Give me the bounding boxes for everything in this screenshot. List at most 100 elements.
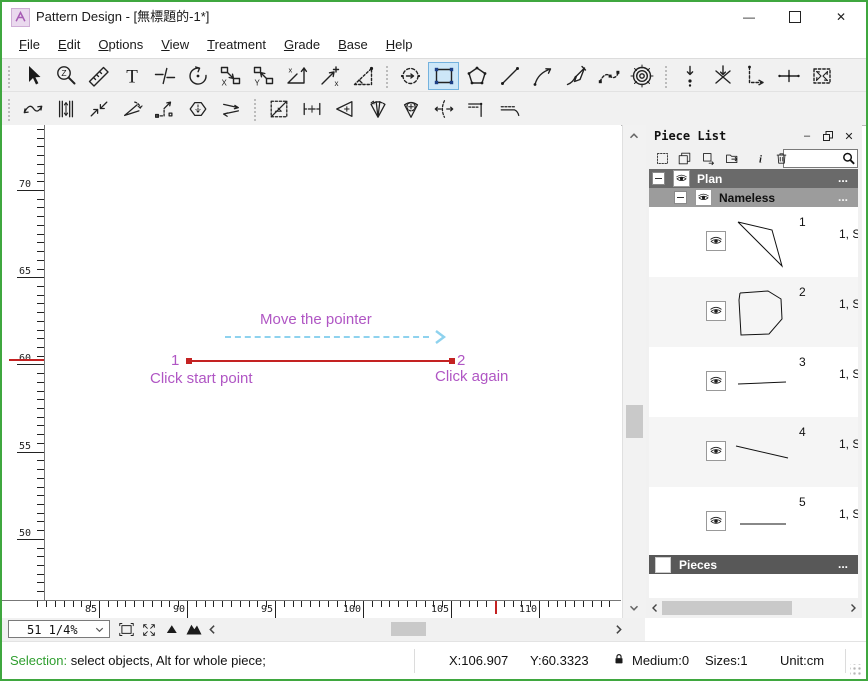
collapse-plan-icon[interactable] [652,172,665,185]
fan-rotate-tool-button[interactable] [395,95,426,123]
spread-both-tool-button[interactable] [428,95,459,123]
menu-treatment[interactable]: Treatment [198,32,275,58]
panel-minimize-button[interactable]: – [798,127,816,145]
parallel-adjust-tool-button[interactable] [50,95,81,123]
tree-row-pieces[interactable]: Pieces ... [649,555,858,574]
canvas-vertical-scrollbar[interactable] [622,125,646,618]
item-visibility-toggle[interactable] [706,301,726,321]
add-point-tool-button[interactable] [674,62,705,90]
corner-trim-tool-button[interactable] [461,95,492,123]
tree-row-plan[interactable]: Plan ... [649,169,858,188]
panel-close-button[interactable]: ✕ [840,127,858,145]
menu-edit[interactable]: Edit [49,32,89,58]
line-tool-button[interactable] [494,62,525,90]
dart-angle-tool-button[interactable] [116,95,147,123]
maximize-button[interactable] [772,2,818,32]
shrink-piece-tool-button[interactable] [182,95,213,123]
menu-base[interactable]: Base [329,32,377,58]
tree-row-nameless[interactable]: Nameless ... [649,188,858,207]
menu-help[interactable]: Help [377,32,422,58]
polygon-tool-button[interactable] [461,62,492,90]
menu-grade[interactable]: Grade [275,32,329,58]
symmetry-move-tool-button[interactable] [83,95,114,123]
adjust-xy-tool-button[interactable]: x [314,62,345,90]
piece-item-row[interactable]: 11, S [649,207,858,277]
measure-tool-button[interactable] [83,62,114,90]
pen-tool-button[interactable] [560,62,591,90]
scroll-up-arrow[interactable] [627,129,641,143]
piece-item-row[interactable]: 21, S [649,277,858,347]
zoom-tool-button[interactable]: Z [50,62,81,90]
move-y-tool-button[interactable]: Y [248,62,279,90]
transform-rect-tool-button[interactable] [806,62,837,90]
stretch-tool-button[interactable] [296,95,327,123]
expand-view-button[interactable] [139,620,159,639]
cut-point-tool-button[interactable] [707,62,738,90]
compare-length-tool-button[interactable] [347,62,378,90]
rotate-tool-button[interactable] [182,62,213,90]
toolbar-grip[interactable] [6,64,11,88]
plan-more-button[interactable]: ... [838,171,848,185]
copy-piece-button[interactable] [675,149,693,167]
line-trim-tool-button[interactable] [494,95,525,123]
panel-horizontal-scrollbar[interactable] [646,598,862,618]
text-tool-button[interactable]: T [116,62,147,90]
zoom-out-preview-button[interactable] [162,620,182,639]
circle-tool-button[interactable] [626,62,657,90]
panel-scroll-right-arrow[interactable] [847,602,859,614]
pieces-more-button[interactable]: ... [838,557,848,571]
toolbar-grip[interactable] [252,97,257,121]
resize-grip[interactable] [850,664,862,676]
delete-piece-button[interactable] [772,149,790,167]
toolbar-grip[interactable] [6,97,11,121]
item-visibility-toggle[interactable] [706,371,726,391]
minimize-button[interactable]: — [726,2,772,32]
zoom-level-combo[interactable]: 51 1/4% [8,620,110,638]
cross-point-tool-button[interactable] [773,62,804,90]
drawing-canvas[interactable]: Move the pointer 1 2 Click start point C… [45,125,621,600]
piece-item-row[interactable]: 51, S [649,487,858,557]
move-x-tool-button[interactable]: X [215,62,246,90]
pieces-checkbox[interactable] [655,557,671,573]
menu-file[interactable]: File [10,32,49,58]
copy-arrow-button[interactable] [699,149,717,167]
menu-options[interactable]: Options [89,32,152,58]
scroll-left-arrow[interactable] [202,620,222,639]
panel-scroll-thumb[interactable] [662,601,792,615]
panel-float-button[interactable] [819,127,837,145]
item-visibility-toggle[interactable] [706,511,726,531]
import-piece-button[interactable] [723,149,741,167]
spline-tool-button[interactable] [593,62,624,90]
menu-view[interactable]: View [152,32,198,58]
point-tool-button[interactable] [395,62,426,90]
plan-visibility-toggle[interactable] [673,170,690,187]
piece-item-row[interactable]: 31, S [649,347,858,417]
scroll-right-arrow[interactable] [608,620,628,639]
zoom-in-preview-button[interactable] [184,620,204,639]
piece-item-row[interactable]: 41, S [649,417,858,487]
item-visibility-toggle[interactable] [706,441,726,461]
rectangle-tool-button[interactable] [428,62,459,90]
break-line-tool-button[interactable] [149,62,180,90]
dart-transfer-tool-button[interactable] [329,95,360,123]
horizontal-scroll-thumb[interactable] [391,622,426,636]
corner-point-tool-button[interactable] [740,62,771,90]
toolbar-grip[interactable] [663,64,668,88]
flip-copy-tool-button[interactable] [263,95,294,123]
exchange-line-tool-button[interactable] [215,95,246,123]
toolbar-grip[interactable] [384,64,389,88]
item-visibility-toggle[interactable] [706,231,726,251]
move-path-tool-button[interactable] [149,95,180,123]
nameless-visibility-toggle[interactable] [695,189,712,206]
smooth-curve-tool-button[interactable] [17,95,48,123]
new-piece-button[interactable] [653,149,671,167]
select-tool-button[interactable] [17,62,48,90]
piece-search-input[interactable] [785,151,841,164]
nameless-more-button[interactable]: ... [838,190,848,204]
fan-spread-tool-button[interactable] [362,95,393,123]
vertical-scroll-thumb[interactable] [626,405,643,438]
info-button[interactable]: i [751,149,769,167]
adjust-x-tool-button[interactable]: x [281,62,312,90]
scroll-down-arrow[interactable] [627,601,641,615]
curve-tool-button[interactable] [527,62,558,90]
